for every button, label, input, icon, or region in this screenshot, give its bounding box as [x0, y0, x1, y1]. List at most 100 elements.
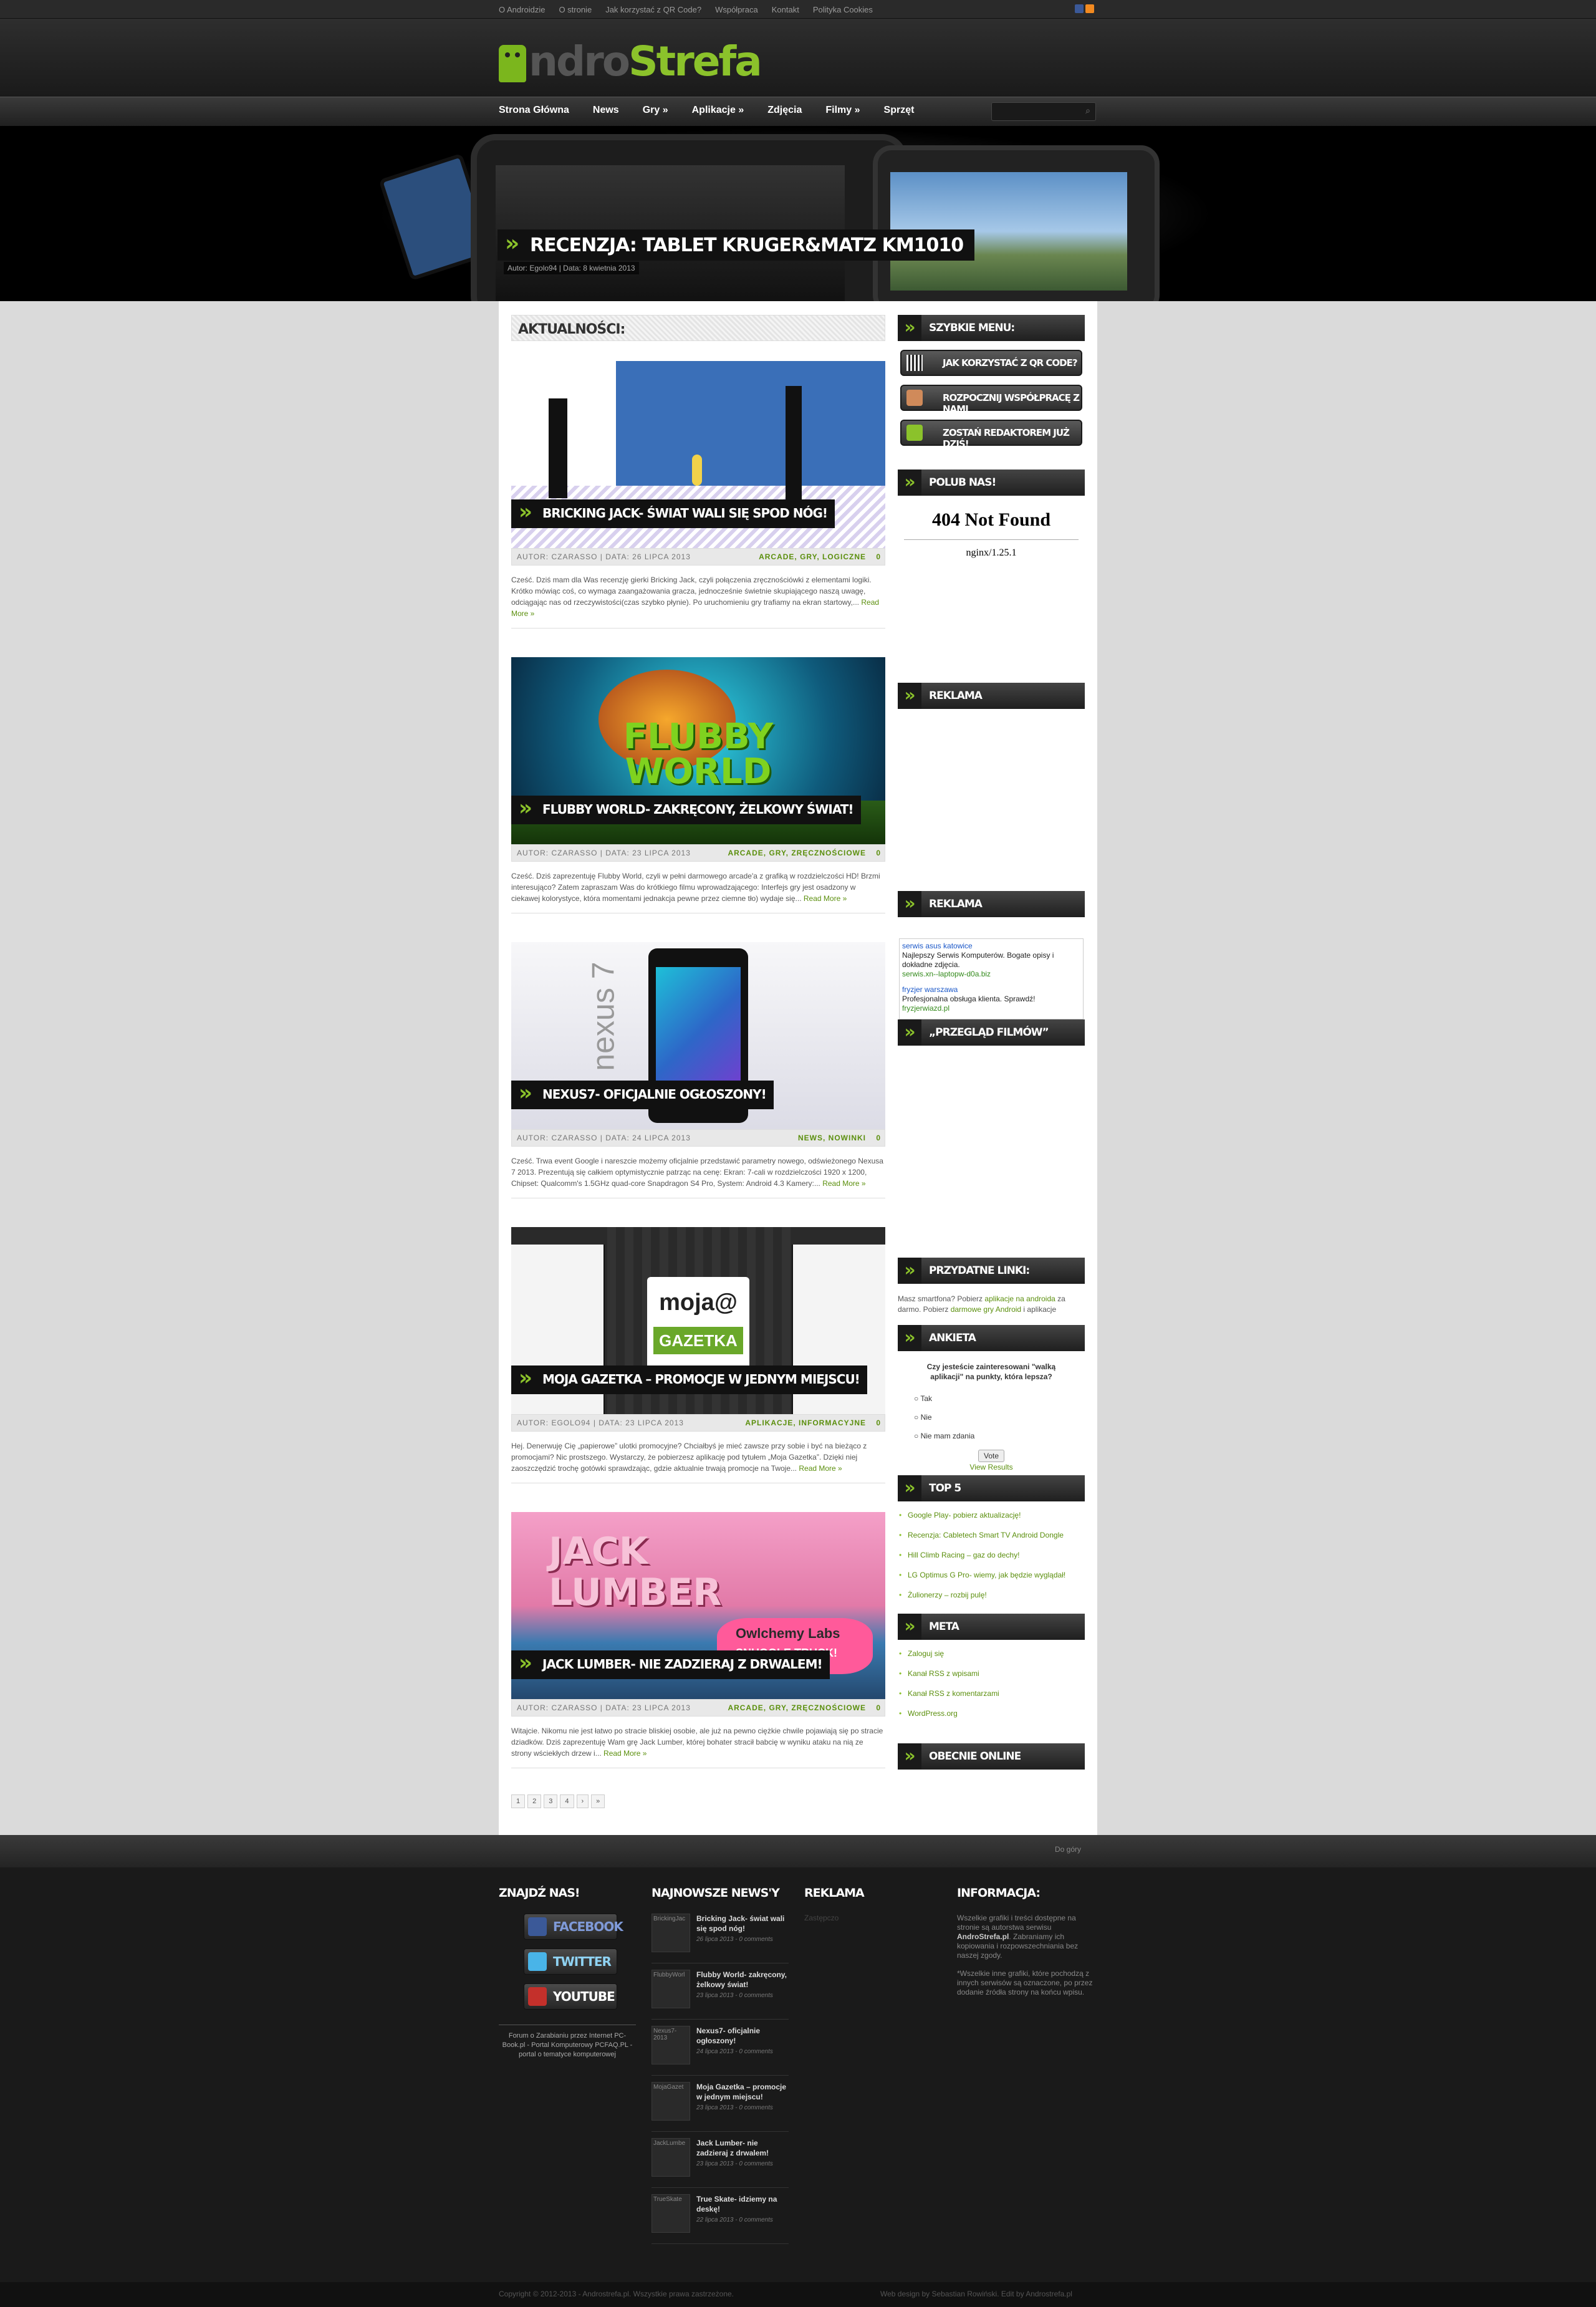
post-flubby-world: FLUBBY WORLD Flubby World- zakręcony, że…: [511, 657, 885, 913]
widget-title-links: Przydatne linki:: [898, 1258, 1085, 1284]
become-editor-button[interactable]: Zostań redaktorem już dziś!: [900, 420, 1082, 450]
footer-news-item[interactable]: MojaGazet Moja Gazetka – promocje w jedny…: [651, 2082, 789, 2132]
post-categories[interactable]: Arcade, Gry, Zręcznościowe: [728, 849, 866, 857]
meta-wordpress[interactable]: WordPress.org: [898, 1703, 1085, 1723]
footer-find-us: Znajdź nas! Facebook Twitter YouTube For…: [499, 1886, 636, 2059]
post-categories[interactable]: Aplikacje, Informacyjne: [745, 1418, 866, 1427]
nav-apps[interactable]: Aplikacje »: [692, 105, 756, 116]
read-more-link[interactable]: Read More »: [804, 894, 847, 903]
nav-hardware[interactable]: Sprzęt: [884, 105, 926, 116]
top-link-contact[interactable]: Kontakt: [772, 5, 799, 14]
nav-films[interactable]: Filmy »: [825, 105, 871, 116]
page-1[interactable]: 1: [511, 1794, 526, 1808]
top-link-cookies[interactable]: Polityka Cookies: [813, 5, 873, 14]
poll-option-no[interactable]: ○ Nie: [914, 1408, 1085, 1427]
read-more-link[interactable]: Read More »: [799, 1464, 842, 1473]
back-to-top-link[interactable]: Do góry: [1055, 1845, 1081, 1854]
top-link-cooperation[interactable]: Współpraca: [715, 5, 758, 14]
radio-icon[interactable]: ○: [914, 1432, 918, 1440]
site-logo[interactable]: ndroStrefa: [499, 26, 762, 82]
facebook-icon: [528, 1917, 547, 1936]
footer-latest-news: Najnowsze News'y BrickingJac Bricking Jac…: [651, 1886, 789, 2250]
post-categories[interactable]: News, Nowinki: [798, 1134, 866, 1142]
post-author-date: Autor: Czarasso | Data: 24 lipca 2013: [517, 1134, 691, 1142]
nav-home[interactable]: Strona Główna: [499, 105, 580, 116]
top-link-about[interactable]: O stronie: [559, 5, 592, 14]
comment-count[interactable]: 0: [876, 1703, 881, 1712]
site-footer: Znajdź nas! Facebook Twitter YouTube For…: [0, 1867, 1596, 2282]
read-more-link[interactable]: Read More »: [603, 1749, 647, 1758]
comment-count[interactable]: 0: [876, 1418, 881, 1427]
page-2[interactable]: 2: [527, 1794, 542, 1808]
footer-news-item[interactable]: Nexus7- 2013 Nexus7- oficjalnie ogłoszony…: [651, 2026, 789, 2076]
footer-news-item[interactable]: JackLumbe Jack Lumber- nie zadzieraj z dr…: [651, 2138, 789, 2188]
top-link-android[interactable]: O Androidzie: [499, 5, 545, 14]
post-title[interactable]: Bricking Jack- świat wali się spod nóg!: [511, 499, 835, 528]
comment-count[interactable]: 0: [876, 1134, 881, 1142]
news-thumbnail: Nexus7- 2013: [651, 2026, 690, 2064]
nav-games[interactable]: Gry »: [643, 105, 680, 116]
facebook-button[interactable]: Facebook: [524, 1914, 623, 1940]
radio-icon[interactable]: ○: [914, 1413, 918, 1422]
read-more-link[interactable]: Read More »: [822, 1179, 865, 1188]
android-games-link[interactable]: darmowe gry Android: [951, 1305, 1021, 1314]
page-last[interactable]: »: [591, 1794, 605, 1808]
footer-news-item[interactable]: BrickingJac Bricking Jack- świat wali się…: [651, 1914, 789, 1963]
cooperation-button[interactable]: Rozpocznij współpracę z nami: [900, 385, 1082, 415]
top5-item[interactable]: LG Optimus G Pro- wiemy, jak będzie wygl…: [898, 1565, 1085, 1585]
nav-photos[interactable]: Zdjęcia: [767, 105, 813, 116]
post-title[interactable]: Jack Lumber- nie zadzieraj z drwalem!: [511, 1650, 830, 1679]
footer-news-item[interactable]: TrueSkate True Skate- idziemy na deskę! 22…: [651, 2194, 789, 2244]
post-title[interactable]: Flubby World- zakręcony, żelkowy świat!: [511, 796, 861, 824]
qr-code-button[interactable]: Jak korzystać z QR Code?: [900, 350, 1082, 376]
footer-news-item[interactable]: FlubbyWorl Flubby World- zakręcony, żelko…: [651, 1970, 789, 2020]
post-excerpt: Cześć. Dziś zaprezentuję Flubby World, c…: [511, 862, 885, 913]
poll-option-yes[interactable]: ○ Tak: [914, 1389, 1085, 1408]
widget-title-like: Polub nas!: [898, 470, 1085, 496]
post-jack-lumber: JACK LUMBER Owlchemy Labs SNUGGLE TRUCK!…: [511, 1512, 885, 1768]
footer-info-note: *Wszelkie inne grafiki, które pochodzą z…: [957, 1969, 1093, 1996]
post-meta: Autor: Egolo94 | Data: 23 lipca 2013 Apli…: [511, 1414, 885, 1432]
top5-item[interactable]: Google Play- pobierz aktualizację!: [898, 1505, 1085, 1525]
view-results-link[interactable]: View Results: [898, 1463, 1085, 1471]
post-categories[interactable]: Arcade, Gry, Logiczne: [759, 552, 866, 561]
comment-count[interactable]: 0: [876, 552, 881, 561]
top-link-qr[interactable]: Jak korzystać z QR Code?: [605, 5, 701, 14]
rss-icon[interactable]: [1085, 4, 1094, 13]
featured-slider[interactable]: Recenzja: Tablet Kruger&Matz KM1010 Auto…: [0, 127, 1596, 301]
main-container: Aktualności: Bricking Jack- świat wali s…: [499, 301, 1097, 1835]
page-3[interactable]: 3: [544, 1794, 558, 1808]
ad-2-title[interactable]: fryzjer warszawa: [902, 985, 1080, 995]
meta-login[interactable]: Zaloguj się: [898, 1644, 1085, 1664]
page-4[interactable]: 4: [560, 1794, 574, 1808]
nav-news[interactable]: News: [593, 105, 630, 116]
slider-title[interactable]: Recenzja: Tablet Kruger&Matz KM1010: [498, 229, 975, 261]
ad-1-title[interactable]: serwis asus katowice: [902, 942, 1080, 951]
search-icon[interactable]: ⌕: [1085, 105, 1090, 116]
facebook-icon[interactable]: [1075, 4, 1084, 13]
widget-title-online: Obecnie online: [898, 1743, 1085, 1770]
meta-rss-comments[interactable]: Kanał RSS z komentarzami: [898, 1683, 1085, 1703]
top5-item[interactable]: Żulionerzy – rozbij pulę!: [898, 1585, 1085, 1605]
ad-1-url[interactable]: serwis.xn--laptopw-d0a.biz: [902, 970, 1080, 979]
post-title[interactable]: Moja Gazetka – promocje w jednym miejscu…: [511, 1365, 867, 1394]
comment-count[interactable]: 0: [876, 849, 881, 857]
footer-partner-links[interactable]: Forum o Zarabianiu przez Internet PC-Boo…: [499, 2025, 636, 2059]
top5-item[interactable]: Recenzja: Cabletech Smart TV Android Don…: [898, 1525, 1085, 1545]
poll-option-neutral[interactable]: ○ Nie mam zdania: [914, 1427, 1085, 1445]
search-input[interactable]: ⌕: [991, 102, 1096, 121]
ad-2-url[interactable]: fryzjerwiazd.pl: [902, 1004, 1080, 1013]
post-author-date: Autor: Czarasso | Data: 23 lipca 2013: [517, 1703, 691, 1712]
post-categories[interactable]: Arcade, Gry, Zręcznościowe: [728, 1703, 866, 1712]
youtube-button[interactable]: YouTube: [524, 1983, 617, 2010]
post-title[interactable]: Nexus7- oficjalnie ogłoszony!: [511, 1081, 774, 1109]
page-next[interactable]: ›: [576, 1794, 589, 1808]
top5-item[interactable]: Hill Climb Racing – gaz do dechy!: [898, 1545, 1085, 1565]
meta-rss-posts[interactable]: Kanał RSS z wpisami: [898, 1664, 1085, 1683]
ads-box: serwis asus katowice Najlepszy Serwis Ko…: [899, 938, 1084, 1019]
android-apps-link[interactable]: aplikacje na androida: [984, 1294, 1055, 1303]
radio-icon[interactable]: ○: [914, 1394, 918, 1403]
moja-gazetka-sub: GAZETKA: [653, 1327, 743, 1354]
twitter-button[interactable]: Twitter: [524, 1948, 617, 1975]
vote-button[interactable]: Vote: [978, 1450, 1005, 1462]
